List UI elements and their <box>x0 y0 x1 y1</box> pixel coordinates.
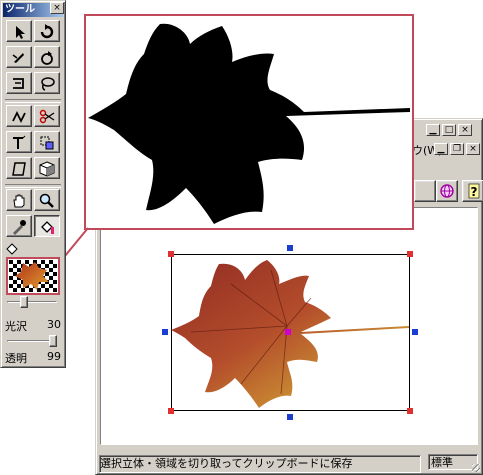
zoom-icon <box>39 193 54 208</box>
lasso-rotate-tool-button[interactable] <box>34 46 60 68</box>
gloss-value: 30 <box>47 318 61 331</box>
plane-tool-button[interactable] <box>6 157 32 179</box>
mask-preview-popup <box>84 14 414 230</box>
tool-window: ツール × 光沢 30 透明 99 <box>0 0 66 368</box>
text-3d-tool-button[interactable] <box>6 131 32 153</box>
status-mode: 標準 <box>428 454 478 470</box>
group-tool-button[interactable] <box>34 131 60 153</box>
opacity-value: 99 <box>47 350 61 363</box>
tool-separator <box>5 184 61 188</box>
select-tool-button[interactable] <box>6 20 32 42</box>
handle-top[interactable] <box>287 245 293 251</box>
scissors-tool-button[interactable] <box>34 105 60 127</box>
knife-tool-button[interactable] <box>6 46 32 68</box>
doc-toolbar: ? <box>412 178 483 204</box>
opacity-slider-thumb[interactable] <box>49 335 57 347</box>
handle-bottom-right[interactable] <box>407 408 413 414</box>
fill-indicator-icon <box>6 243 18 255</box>
svg-text:?: ? <box>471 185 478 199</box>
minimize-button[interactable]: ▁ <box>426 124 440 136</box>
lasso-tool-button[interactable] <box>34 72 60 94</box>
mask-silhouette <box>88 23 410 224</box>
help-button[interactable]: ? <box>462 180 483 202</box>
tool-separator <box>5 99 61 103</box>
rotate-icon <box>40 24 54 39</box>
checker-preview <box>9 260 57 292</box>
hand-icon <box>13 194 25 208</box>
arrow-icon <box>16 26 25 39</box>
texture-thumbnail[interactable] <box>6 257 60 295</box>
hand-tool-button[interactable] <box>6 189 32 211</box>
eyedropper-tool-button[interactable] <box>6 215 32 237</box>
child-minimize-button[interactable]: ▁ <box>434 143 448 155</box>
doc-caption-bar: ▁ □ × <box>412 122 480 138</box>
knife-icon <box>12 53 24 63</box>
toolbar-button-1[interactable] <box>414 180 436 202</box>
handle-right[interactable] <box>412 329 418 335</box>
paint-bucket-tool-button[interactable] <box>34 215 60 237</box>
child-close-button[interactable]: × <box>466 143 480 155</box>
group-icon <box>40 136 54 150</box>
rotate-tool-button[interactable] <box>34 20 60 42</box>
lasso-icon <box>41 77 55 91</box>
resize-grip[interactable] <box>472 464 480 472</box>
opacity-slider[interactable] <box>7 335 57 347</box>
lasso-rotate-icon <box>41 51 53 65</box>
cube-icon <box>39 161 55 177</box>
gloss-slider-thumb[interactable] <box>20 296 28 308</box>
paint-bucket-icon <box>41 221 54 234</box>
node-icon <box>12 110 26 124</box>
maximize-button[interactable]: □ <box>442 124 456 136</box>
opacity-label: 透明 <box>5 352 27 365</box>
doc-menu-row: ウ(W) ▁ ❐ × <box>412 140 480 158</box>
tool-close-button[interactable]: × <box>50 2 64 14</box>
text-3d-icon <box>13 135 26 149</box>
handle-top-left[interactable] <box>168 251 174 257</box>
globe-button[interactable] <box>436 180 458 202</box>
cube-tool-button[interactable] <box>34 157 60 179</box>
gloss-label: 光沢 <box>5 320 27 333</box>
handle-bottom[interactable] <box>287 414 293 420</box>
child-restore-button[interactable]: ❐ <box>450 143 464 155</box>
zoom-tool-button[interactable] <box>34 189 60 211</box>
node-tool-button[interactable] <box>6 105 32 127</box>
extrude-tool-button[interactable] <box>6 72 32 94</box>
handle-top-right[interactable] <box>407 251 413 257</box>
help-icon: ? <box>468 183 480 199</box>
handle-left[interactable] <box>162 329 168 335</box>
extrude-icon <box>13 78 24 89</box>
gloss-slider[interactable] <box>7 296 57 308</box>
eyedropper-icon <box>13 220 26 235</box>
status-text: 選択立体・領域を切り取ってクリップボードに保存 <box>99 455 421 473</box>
gloss-slider-track <box>7 301 57 303</box>
plane-icon <box>12 162 26 176</box>
handle-bottom-left[interactable] <box>168 408 174 414</box>
leaf-image[interactable] <box>171 254 411 412</box>
close-button[interactable]: × <box>458 124 472 136</box>
scissors-icon <box>39 109 55 124</box>
globe-icon <box>440 184 454 198</box>
